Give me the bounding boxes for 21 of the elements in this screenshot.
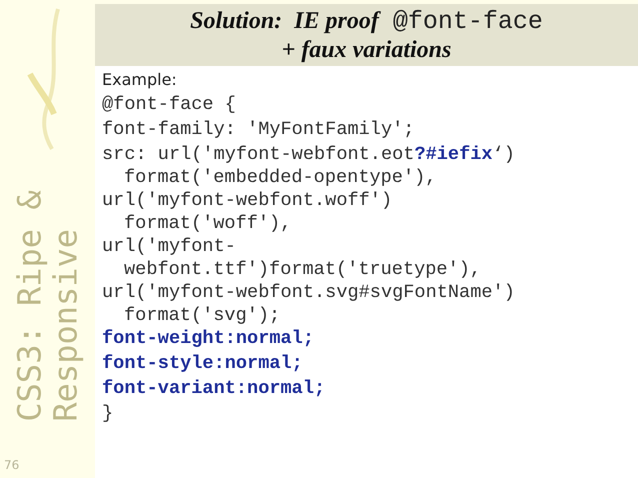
slide-title: Solution: IE proof [190, 6, 379, 34]
deck-title: CSS3: Ripe & [12, 190, 48, 422]
code-line: src: url('myfont-webfont.eot?#iefix‘) [102, 143, 515, 167]
slide-subtitle: + faux variations [282, 36, 452, 64]
code-line: font-variant:normal; [102, 377, 326, 401]
code-line: format('svg'); [123, 305, 280, 326]
code-line: url('myfont- [102, 235, 236, 259]
slide-number: 76 [4, 458, 20, 472]
code-line: @font-face { [102, 93, 236, 117]
code-line: url('myfont-webfont.woff') [102, 189, 392, 213]
deck-title: Responsive [48, 228, 84, 422]
code-line: webfont.ttf')format('truetype'), [123, 259, 482, 280]
code-line: format('woff'), [123, 213, 292, 234]
code-line: format('embedded-opentype'), [123, 167, 436, 188]
code-line: } [102, 402, 114, 426]
code-line: font-style:normal; [102, 352, 303, 376]
code-line: font-family: 'MyFontFamily'; [102, 118, 414, 142]
title-code: @font-face [392, 8, 543, 36]
code-line: font-weight:normal; [102, 327, 314, 351]
code-line: url('myfont-webfont.svg#svgFontName') [102, 281, 515, 305]
example-label: Example: [102, 69, 177, 91]
